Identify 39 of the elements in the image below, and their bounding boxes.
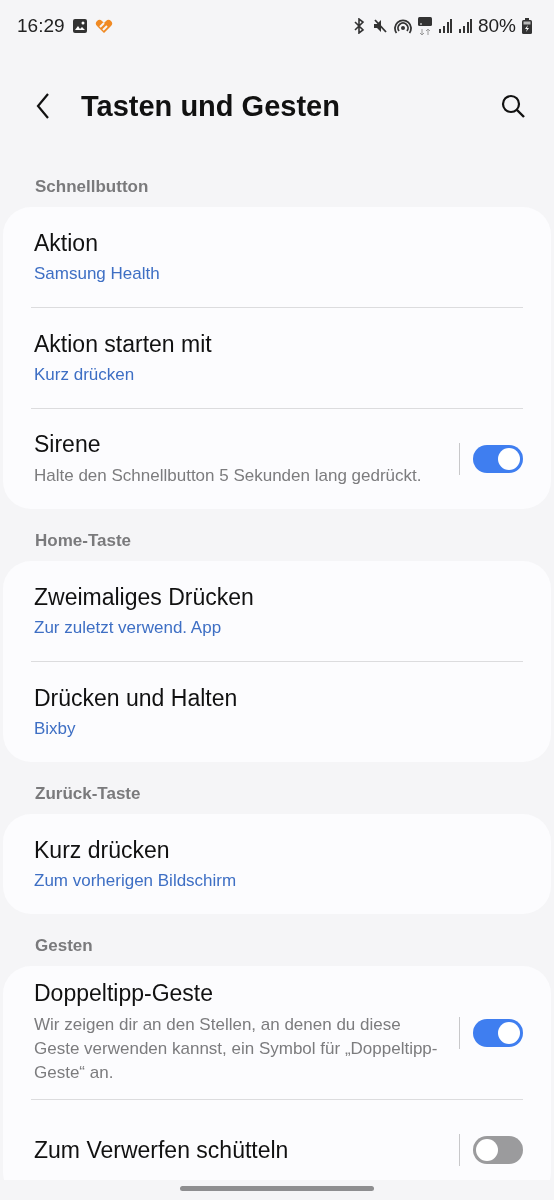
page-title: Tasten und Gesten <box>81 89 341 123</box>
setting-title[interactable]: Drücken und Halten <box>34 685 523 712</box>
back-icon <box>36 93 50 119</box>
setting-value: Bixby <box>34 719 77 739</box>
clock-time: 16:29 <box>17 15 65 37</box>
battery-level: 80% <box>477 15 516 37</box>
mute-icon <box>371 18 388 34</box>
setting-title[interactable]: Zweimaliges Drücken <box>34 584 523 611</box>
mobile-data-icon <box>417 17 432 35</box>
setting-title[interactable]: Aktion starten mit <box>34 331 523 358</box>
section-header: Schnellbutton <box>34 176 150 198</box>
setting-title[interactable]: Aktion <box>34 230 523 257</box>
setting-value: Samsung Health <box>34 264 161 284</box>
back-button[interactable] <box>36 93 50 119</box>
battery-charging-icon <box>522 18 532 34</box>
gesture-handle[interactable] <box>180 1186 374 1191</box>
setting-value: Zum vorherigen Bildschirm <box>34 871 238 891</box>
toggle-switch[interactable] <box>473 445 523 473</box>
toggle-switch[interactable] <box>473 1018 523 1047</box>
setting-description: Halte den Schnellbutton 5 Sekunden lang gedrückt. <box>34 464 423 487</box>
search-icon <box>500 93 526 119</box>
toggle-switch[interactable] <box>473 1136 523 1164</box>
heart-icon <box>94 18 113 34</box>
setting-value: Kurz drücken <box>34 365 136 385</box>
setting-value: Zur zuletzt verwend. App <box>34 618 223 638</box>
signal-icon <box>457 18 472 34</box>
signal-icon <box>437 18 452 34</box>
setting-title[interactable]: Sirene <box>34 430 445 458</box>
image-icon <box>71 18 88 34</box>
setting-title[interactable]: Kurz drücken <box>34 837 523 864</box>
setting-description: Wir zeigen dir an den Stellen, an denen du diese Geste verwenden kannst, ein Symbol für „Doppeltipp-Geste“ an. <box>34 1014 439 1084</box>
setting-title[interactable]: Zum Verwerfen schütteln <box>34 1136 445 1164</box>
hotspot-icon <box>393 18 412 34</box>
section-header: Zurück-Taste <box>34 783 142 805</box>
bluetooth-icon <box>351 18 366 34</box>
search-button[interactable] <box>500 93 526 119</box>
setting-title[interactable]: Doppeltipp-Geste <box>34 980 445 1007</box>
section-header: Home-Taste <box>34 530 133 552</box>
section-header: Gesten <box>34 935 94 957</box>
